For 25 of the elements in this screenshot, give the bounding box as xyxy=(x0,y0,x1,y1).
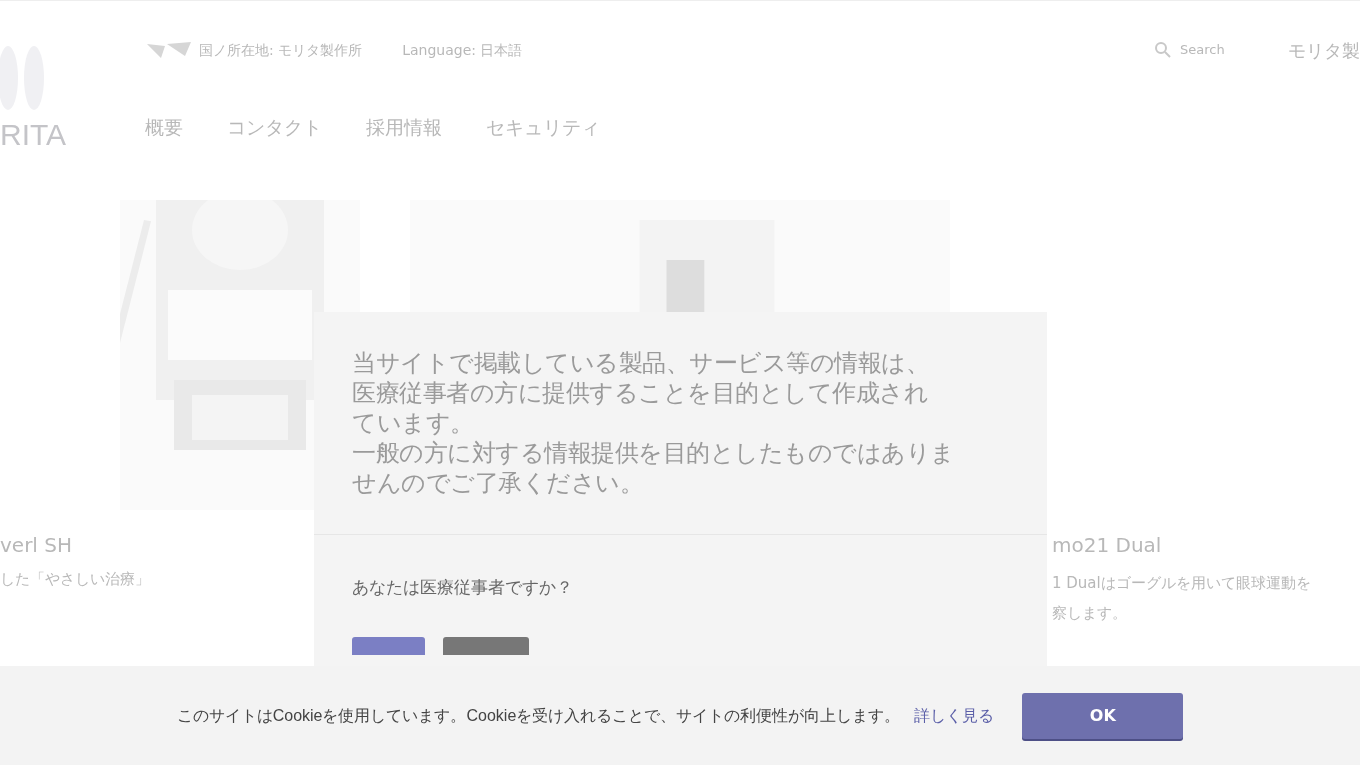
notice-line: 当サイトで掲載している製品、サービス等の情報は、 xyxy=(352,348,929,378)
confirm-button[interactable] xyxy=(352,636,425,655)
brand-name: モリタ製 xyxy=(1288,38,1360,63)
cookie-notice: このサイトはCookieを使用しています。Cookieを受け入れることで、サイトの利便性が向上します。 xyxy=(176,705,901,726)
product-title: verl SH xyxy=(0,532,72,559)
region-label: 国ノ所在地: モリタ製作所 xyxy=(199,40,363,60)
language-link[interactable]: Language: 日本語 xyxy=(402,39,523,61)
details-link[interactable]: 詳しく見る xyxy=(914,703,995,728)
product-description: した「やさしい治療」 xyxy=(0,569,150,590)
decline-button[interactable] xyxy=(443,636,529,655)
nav-link[interactable]: 採用情報 xyxy=(366,113,442,142)
search-field[interactable]: Search xyxy=(1180,40,1280,60)
ok-button[interactable]: OK xyxy=(1022,692,1184,739)
product-description: 1 Dualはゴーグルを用いて眼球運動を 察します。 xyxy=(1052,573,1311,624)
notice-line: 一般の方に対する情報提供を目的としたものではありま xyxy=(352,438,955,468)
search-icon xyxy=(1154,41,1172,59)
product-title: mo21 Dual xyxy=(1052,532,1162,559)
notice-line: ています。 xyxy=(352,408,474,438)
logo-text: RITA xyxy=(0,117,67,153)
notice-line: 医療従事者の方に提供することを目的として作成され xyxy=(352,378,928,408)
notice-line: せんのでご了承ください。 xyxy=(352,468,643,498)
nav-link[interactable]: 概要 xyxy=(145,113,183,142)
nav-link[interactable]: セキュリティ xyxy=(486,113,600,142)
nav-link[interactable]: コンタクト xyxy=(227,113,322,142)
question-text: あなたは医療従事者ですか？ xyxy=(352,576,574,599)
